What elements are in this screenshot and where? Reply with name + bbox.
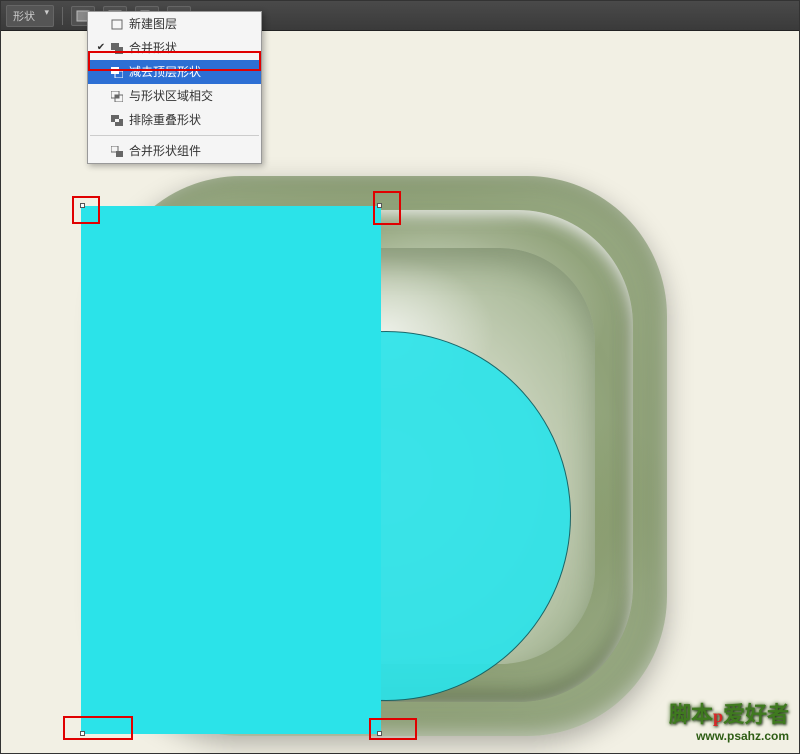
selection-handle-tl[interactable] <box>80 203 85 208</box>
mode-dropdown[interactable]: 形状 <box>6 5 54 27</box>
selection-handle-tr[interactable] <box>377 203 382 208</box>
selection-handle-bl[interactable] <box>80 731 85 736</box>
subtract-icon <box>109 65 125 79</box>
watermark-brand: 脚本p爱好者 <box>669 697 789 729</box>
menu-item-merge-components[interactable]: 合并形状组件 <box>88 139 261 163</box>
watermark-logo: p <box>713 706 723 726</box>
toolbar-divider <box>62 7 63 25</box>
watermark-text-right: 爱好者 <box>723 702 789 727</box>
merge-components-icon <box>109 144 125 158</box>
menu-check-active: ✔ <box>93 40 109 56</box>
new-layer-icon <box>109 17 125 31</box>
menu-label: 新建图层 <box>125 16 256 32</box>
watermark-url: www.psahz.com <box>669 729 789 743</box>
menu-separator <box>90 135 259 136</box>
exclude-icon <box>109 113 125 127</box>
menu-label: 合并形状组件 <box>125 143 256 159</box>
rectangle-path[interactable] <box>81 206 381 734</box>
menu-item-new-layer[interactable]: 新建图层 <box>88 12 261 36</box>
intersect-icon <box>109 89 125 103</box>
watermark: 脚本p爱好者 www.psahz.com <box>669 697 789 743</box>
combine-icon <box>109 41 125 55</box>
menu-item-intersect[interactable]: 与形状区域相交 <box>88 84 261 108</box>
menu-item-exclude[interactable]: 排除重叠形状 <box>88 108 261 132</box>
menu-item-subtract[interactable]: 减去顶层形状 <box>88 60 261 84</box>
watermark-text-left: 脚本 <box>669 702 713 727</box>
menu-label: 减去顶层形状 <box>125 64 256 80</box>
menu-label: 排除重叠形状 <box>125 112 256 128</box>
path-operations-menu: 新建图层 ✔ 合并形状 减去顶层形状 与形状区域相交 排除重叠形状 合并形状 <box>87 11 262 164</box>
menu-label: 与形状区域相交 <box>125 88 256 104</box>
selection-handle-br[interactable] <box>377 731 382 736</box>
menu-label: 合并形状 <box>125 40 256 56</box>
menu-item-combine[interactable]: ✔ 合并形状 <box>88 36 261 60</box>
